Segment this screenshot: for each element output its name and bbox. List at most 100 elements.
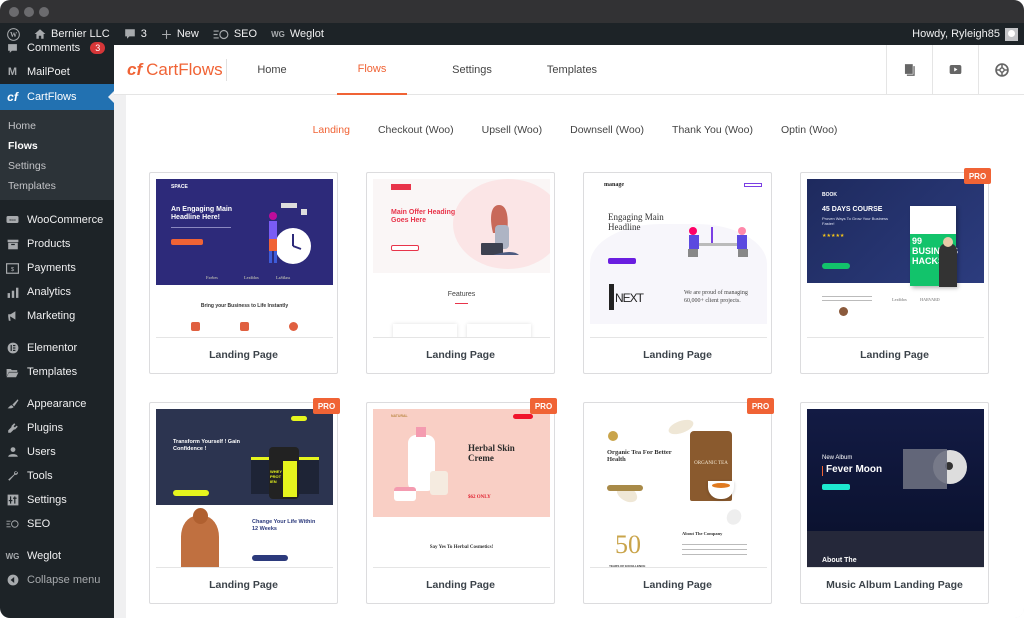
nav-flows[interactable]: Flows [337, 45, 407, 95]
comments-count: 3 [140, 28, 147, 40]
sidebar-item-label: WooCommerce [27, 214, 104, 226]
submenu-item-flows[interactable]: Flows [0, 136, 114, 156]
cartflows-nav: Home Flows Settings Templates [237, 45, 637, 95]
paintbrush-icon [6, 398, 19, 411]
preview-brand: manage [604, 182, 624, 188]
template-card[interactable]: PRO NATURAL Herbal Skin Creme $62 ONLY S… [366, 398, 557, 604]
sidebar-item-label: Collapse menu [27, 574, 101, 586]
sidebar-item-payments[interactable]: $ Payments [0, 256, 114, 280]
template-card[interactable]: PRO Transform Yourself ! Gain Confidence… [149, 398, 340, 604]
preview-subheading: Features [447, 291, 476, 298]
seo-link[interactable]: SEO [206, 23, 264, 45]
preview-logo: LaSilass [276, 275, 291, 280]
weglot-link[interactable]: WG Weglot [264, 23, 331, 45]
preview-brand: NATURAL [391, 414, 408, 418]
template-preview: New Album Fever Moon About The [807, 409, 984, 568]
template-card[interactable]: New Album Fever Moon About The Music Alb… [800, 402, 989, 604]
window-minimize-button[interactable] [24, 7, 34, 17]
video-button[interactable] [932, 44, 978, 95]
sidebar-item-tools[interactable]: Tools [0, 464, 114, 488]
cartflows-submenu: Home Flows Settings Templates [0, 110, 114, 200]
docs-button[interactable] [886, 44, 932, 95]
tab-downsell[interactable]: Downsell (Woo) [556, 124, 658, 136]
tab-optin[interactable]: Optin (Woo) [767, 124, 851, 136]
account-menu[interactable]: Howdy, Ryleigh85 [912, 27, 1024, 41]
preview-years: 50 [615, 530, 641, 559]
template-title: Landing Page [426, 349, 495, 361]
template-card[interactable]: SPACE An Engaging Main Headline Here! Fo… [149, 172, 338, 374]
tab-thank-you[interactable]: Thank You (Woo) [658, 124, 767, 136]
sidebar-item-appearance[interactable]: Appearance [0, 392, 114, 416]
sidebar-item-templates[interactable]: Templates [0, 360, 114, 384]
sidebar-item-products[interactable]: Products [0, 232, 114, 256]
sidebar-item-label: Weglot [27, 550, 62, 562]
sidebar-item-label: CartFlows [27, 91, 77, 103]
template-preview: Main Offer Heading Goes Here Features [373, 179, 550, 338]
new-content-link[interactable]: New [154, 23, 206, 45]
archive-icon [6, 238, 19, 251]
tab-landing[interactable]: Landing [299, 124, 364, 136]
tab-checkout[interactable]: Checkout (Woo) [364, 124, 468, 136]
template-title: Landing Page [426, 579, 495, 591]
woocommerce-icon: woo [6, 214, 19, 227]
template-card[interactable]: PRO BOOK 45 DAYS COURSE Proven Ways To G… [800, 168, 991, 374]
template-preview: Transform Yourself ! Gain Confidence ! W… [156, 409, 333, 568]
sidebar-item-users[interactable]: Users [0, 440, 114, 464]
template-preview: SPACE An Engaging Main Headline Here! Fo… [156, 179, 333, 338]
sidebar-item-weglot[interactable]: WG Weglot [0, 544, 114, 568]
preview-logo: Forbes [206, 275, 218, 280]
sidebar-item-label: Templates [27, 366, 78, 378]
browser-window: W Bernier LLC 3 New SEO WG Weglot Howdy,… [0, 0, 1024, 618]
submenu-item-templates[interactable]: Templates [0, 176, 114, 196]
pro-badge: PRO [313, 398, 340, 414]
collapse-menu-button[interactable]: Collapse menu [0, 568, 114, 592]
sidebar-item-elementor[interactable]: Elementor [0, 336, 114, 360]
comments-link[interactable]: 3 [117, 23, 154, 45]
svg-text:$: $ [11, 266, 15, 272]
step-type-tabs: Landing Checkout (Woo) Upsell (Woo) Down… [126, 100, 1024, 160]
preview-headline: Main Offer Heading Goes Here [391, 209, 456, 224]
sidebar-item-mailpoet[interactable]: M MailPoet [0, 60, 114, 84]
preview-logo: HARVARD [920, 297, 940, 302]
support-button[interactable] [978, 44, 1024, 95]
megaphone-icon [6, 310, 19, 323]
nav-home[interactable]: Home [237, 45, 307, 95]
sidebar-item-label: Payments [27, 262, 76, 274]
sidebar-item-woocommerce[interactable]: woo WooCommerce [0, 208, 114, 232]
tab-upsell[interactable]: Upsell (Woo) [468, 124, 557, 136]
seo-icon [6, 518, 19, 531]
nav-settings[interactable]: Settings [437, 45, 507, 95]
sidebar-item-seo[interactable]: SEO [0, 512, 114, 536]
template-card[interactable]: manage Engaging Main Headline NEXT We ar… [583, 172, 772, 374]
folder-icon [6, 366, 19, 379]
template-title: Music Album Landing Page [826, 579, 963, 591]
support-icon [994, 62, 1009, 77]
home-icon [34, 29, 46, 39]
sidebar-item-label: SEO [27, 518, 51, 530]
template-title: Landing Page [643, 579, 712, 591]
template-card[interactable]: Main Offer Heading Goes Here Features La… [366, 172, 555, 374]
sidebar-item-label: Marketing [27, 310, 76, 322]
pro-badge: PRO [747, 398, 774, 414]
sidebar-item-label: MailPoet [27, 66, 70, 78]
submenu-item-settings[interactable]: Settings [0, 156, 114, 176]
preview-product: WHEY PROTIEN [270, 469, 282, 484]
nav-templates[interactable]: Templates [537, 45, 607, 95]
svg-text:W: W [10, 31, 18, 39]
sidebar-item-plugins[interactable]: Plugins [0, 416, 114, 440]
sidebar-item-cartflows[interactable]: cf CartFlows [0, 84, 114, 110]
pro-badge: PRO [964, 168, 991, 184]
sidebar-item-analytics[interactable]: Analytics [0, 280, 114, 304]
window-maximize-button[interactable] [39, 7, 49, 17]
window-close-button[interactable] [9, 7, 19, 17]
sidebar-item-label: Users [27, 446, 56, 458]
template-preview: NATURAL Herbal Skin Creme $62 ONLY Say Y… [373, 409, 550, 568]
sidebar-item-settings[interactable]: Settings [0, 488, 114, 512]
sidebar-item-marketing[interactable]: Marketing [0, 304, 114, 328]
template-card[interactable]: PRO Organic Tea For Better Health ORGANI… [583, 398, 774, 604]
submenu-item-home[interactable]: Home [0, 116, 114, 136]
sidebar-item-comments[interactable]: Comments 3 [0, 42, 114, 54]
sidebar-item-label: Products [27, 238, 71, 250]
preview-headline: Fever Moon [826, 464, 883, 475]
cartflows-logo[interactable]: cf CartFlows [114, 58, 227, 81]
